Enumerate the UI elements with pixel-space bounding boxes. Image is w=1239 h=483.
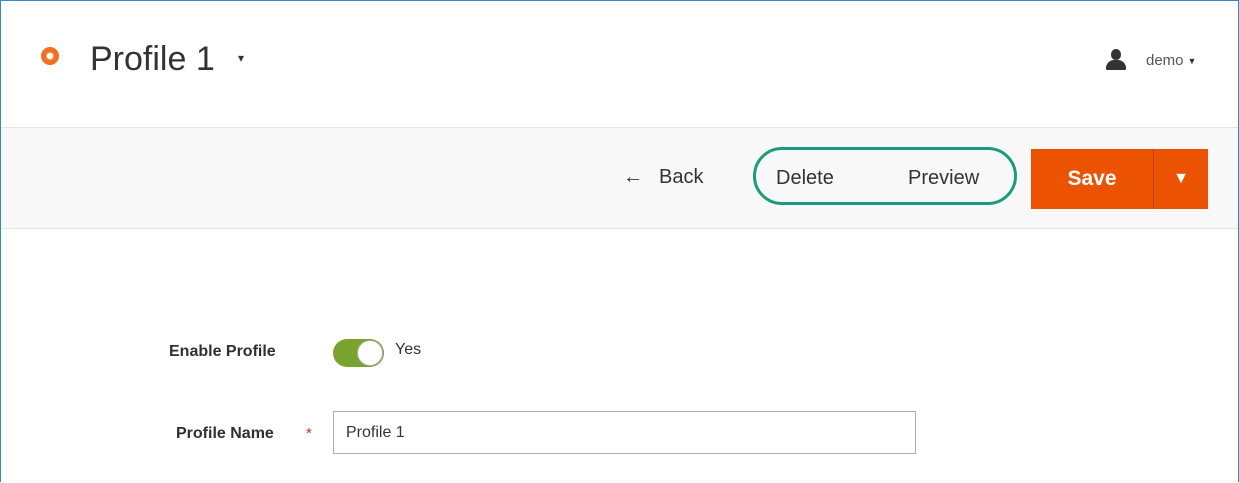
save-button[interactable]: Save (1031, 149, 1153, 209)
back-label: Back (659, 166, 704, 188)
user-name: demo (1146, 51, 1184, 69)
profile-name-input[interactable] (333, 411, 916, 454)
toggle-knob (357, 340, 383, 366)
enable-profile-value: Yes (395, 341, 422, 358)
profile-form: Enable Profile Yes Profile Name * (1, 229, 1238, 482)
title-caret-icon[interactable]: ▾ (238, 51, 244, 65)
logo-icon (41, 47, 59, 65)
profile-name-label: Profile Name (176, 425, 274, 442)
user-icon (1105, 49, 1127, 71)
delete-button[interactable]: Delete (776, 167, 834, 190)
page-header: Profile 1 ▾ demo ▼ (1, 1, 1238, 126)
chevron-down-icon: ▼ (1187, 56, 1197, 66)
save-options-toggle[interactable]: ▼ (1153, 149, 1208, 209)
arrow-left-icon: ← (623, 166, 643, 188)
required-marker: * (306, 425, 312, 442)
enable-profile-label: Enable Profile (169, 343, 276, 360)
page-frame: Profile 1 ▾ demo ▼ ← Back Delete Preview… (0, 0, 1239, 482)
page-title: Profile 1 (90, 40, 215, 78)
action-bar: ← Back Delete Preview Save ▼ (1, 127, 1238, 229)
user-menu[interactable]: demo ▼ (1105, 49, 1196, 71)
save-split-button: Save ▼ (1031, 149, 1208, 209)
preview-button[interactable]: Preview (908, 167, 979, 190)
enable-profile-toggle[interactable] (333, 339, 384, 367)
back-button[interactable]: ← Back (623, 166, 703, 189)
caret-down-icon: ▼ (1173, 170, 1189, 187)
